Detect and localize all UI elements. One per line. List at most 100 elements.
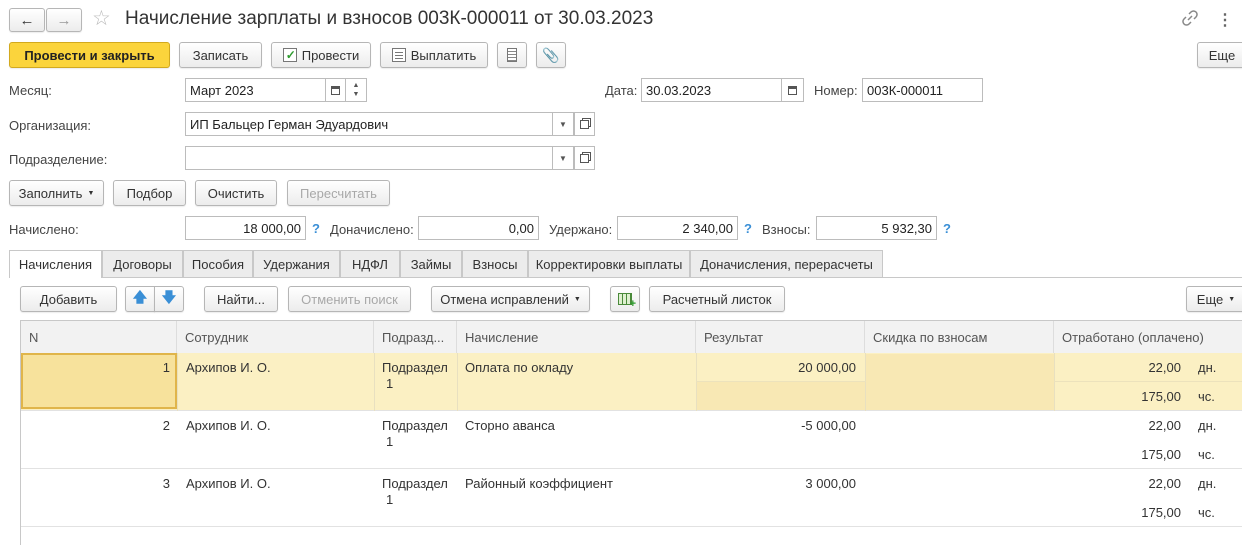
row-result: 20 000,00 [798, 360, 856, 375]
month-stepper[interactable]: ▲ ▼ [346, 78, 367, 102]
row-number: 2 [162, 418, 170, 433]
row-days-unit: дн. [1198, 418, 1217, 433]
attach-button[interactable]: 📎 [536, 42, 566, 68]
chevron-down-icon: ▼ [559, 119, 567, 129]
row-divider [457, 353, 458, 411]
row-accrual: Оплата по окладу [465, 360, 574, 375]
move-down-button[interactable]: 🡇 [154, 286, 184, 312]
tab-loans[interactable]: Займы [400, 250, 462, 277]
date-calendar-button[interactable] [782, 78, 804, 102]
col-result[interactable]: Результат [696, 321, 865, 353]
number-field[interactable]: 003К-000011 [862, 78, 983, 102]
row-dept-2: 1 [386, 434, 394, 449]
col-employee[interactable]: Сотрудник [177, 321, 374, 353]
recalc-button[interactable]: Пересчитать [287, 180, 390, 206]
withheld-help-icon[interactable]: ? [744, 221, 752, 236]
row-number: 1 [162, 360, 170, 375]
extra-field: 0,00 [418, 216, 539, 240]
tab-contracts[interactable]: Договоры [102, 250, 183, 277]
undo-fixes-button[interactable]: Отмена исправлений ▼ [431, 286, 590, 312]
star-icon[interactable]: ☆ [92, 6, 111, 31]
col-discount[interactable]: Скидка по взносам [865, 321, 1054, 353]
report-button[interactable] [497, 42, 527, 68]
row-days: 22,00 [1148, 360, 1181, 375]
tab-deductions[interactable]: Удержания [253, 250, 340, 277]
row-hours-unit: чс. [1198, 389, 1215, 404]
org-open-button[interactable] [574, 112, 595, 136]
paperclip-icon: 📎 [542, 46, 560, 63]
cancel-search-button[interactable]: Отменить поиск [288, 286, 411, 312]
row-hours-unit: чс. [1198, 505, 1215, 520]
find-button[interactable]: Найти... [204, 286, 278, 312]
toolbar-more-button[interactable]: Еще [1197, 42, 1242, 68]
row-dept: Подраздел [382, 476, 448, 491]
col-accrual[interactable]: Начисление [457, 321, 696, 353]
row-hours: 175,00 [1141, 505, 1181, 520]
post-icon: ✓ [282, 48, 297, 62]
link-icon[interactable] [1181, 9, 1199, 27]
tab-panel-border [9, 277, 1242, 278]
chevron-up-icon[interactable]: ▲ [353, 81, 360, 90]
forward-button[interactable]: → [46, 8, 82, 32]
tab-recalculations[interactable]: Доначисления, перерасчеты [690, 250, 883, 277]
date-label: Дата: [605, 83, 638, 98]
result-subcell [697, 382, 865, 410]
org-field[interactable]: ИП Бальцер Герман Эдуардович [185, 112, 553, 136]
chevron-down-icon: ▼ [1228, 295, 1236, 303]
date-field[interactable]: 30.03.2023 [641, 78, 782, 102]
row-divider [1054, 353, 1055, 411]
row-dept-2: 1 [386, 492, 394, 507]
payslip-button[interactable]: Расчетный листок [649, 286, 785, 312]
more-vertical-icon[interactable]: ⋮ [1217, 10, 1233, 30]
post-and-close-button[interactable]: Провести и закрыть [9, 42, 170, 68]
tab-contributions[interactable]: Взносы [462, 250, 528, 277]
open-window-icon [580, 119, 589, 129]
row-dept: Подраздел [382, 360, 448, 375]
dept-open-button[interactable] [574, 146, 595, 170]
chevron-down-icon[interactable]: ▼ [353, 90, 360, 99]
dept-dropdown-button[interactable]: ▼ [553, 146, 574, 170]
tab-accruals[interactable]: Начисления [9, 250, 102, 278]
contrib-label: Взносы: [762, 222, 811, 237]
chevron-down-icon: ▼ [573, 295, 581, 303]
contrib-help-icon[interactable]: ? [943, 221, 951, 236]
tab-payment-corrections[interactable]: Корректировки выплаты [528, 250, 690, 277]
write-button[interactable]: Записать [179, 42, 262, 68]
col-n[interactable]: N [21, 321, 177, 353]
discount-subcell [866, 354, 1054, 410]
post-button[interactable]: ✓ Провести [271, 42, 371, 68]
add-rows-button[interactable]: + [610, 286, 640, 312]
open-window-icon [580, 153, 589, 163]
dept-field[interactable] [185, 146, 553, 170]
pay-button[interactable]: Выплатить [380, 42, 488, 68]
dept-label: Подразделение: [9, 152, 108, 167]
table-more-button[interactable]: Еще ▼ [1186, 286, 1242, 312]
tab-ndfl[interactable]: НДФЛ [340, 250, 400, 277]
row-hours-unit: чс. [1198, 447, 1215, 462]
add-button[interactable]: Добавить [20, 286, 117, 312]
col-worked[interactable]: Отработано (оплачено) [1054, 321, 1242, 353]
accrued-field: 18 000,00 [185, 216, 306, 240]
row-days-unit: дн. [1198, 360, 1217, 375]
fill-button[interactable]: Заполнить ▼ [9, 180, 104, 206]
move-up-button[interactable]: 🡅 [125, 286, 155, 312]
col-dept[interactable]: Подразд... [374, 321, 457, 353]
clear-button[interactable]: Очистить [195, 180, 277, 206]
row-result: 3 000,00 [805, 476, 856, 491]
select-button[interactable]: Подбор [113, 180, 186, 206]
accrued-help-icon[interactable]: ? [312, 221, 320, 236]
row-employee: Архипов И. О. [186, 360, 271, 375]
org-label: Организация: [9, 118, 92, 133]
chevron-down-icon: ▼ [559, 153, 567, 163]
org-dropdown-button[interactable]: ▼ [553, 112, 574, 136]
calendar-icon [788, 85, 797, 95]
back-button[interactable]: ← [9, 8, 45, 32]
month-field[interactable]: Март 2023 [185, 78, 326, 102]
tab-benefits[interactable]: Пособия [183, 250, 253, 277]
chevron-down-icon: ▼ [87, 189, 95, 197]
month-calendar-button[interactable] [326, 78, 346, 102]
row-divider [374, 353, 375, 411]
calendar-icon [331, 85, 340, 95]
row-result: -5 000,00 [801, 418, 856, 433]
arrow-left-icon: ← [19, 11, 35, 29]
